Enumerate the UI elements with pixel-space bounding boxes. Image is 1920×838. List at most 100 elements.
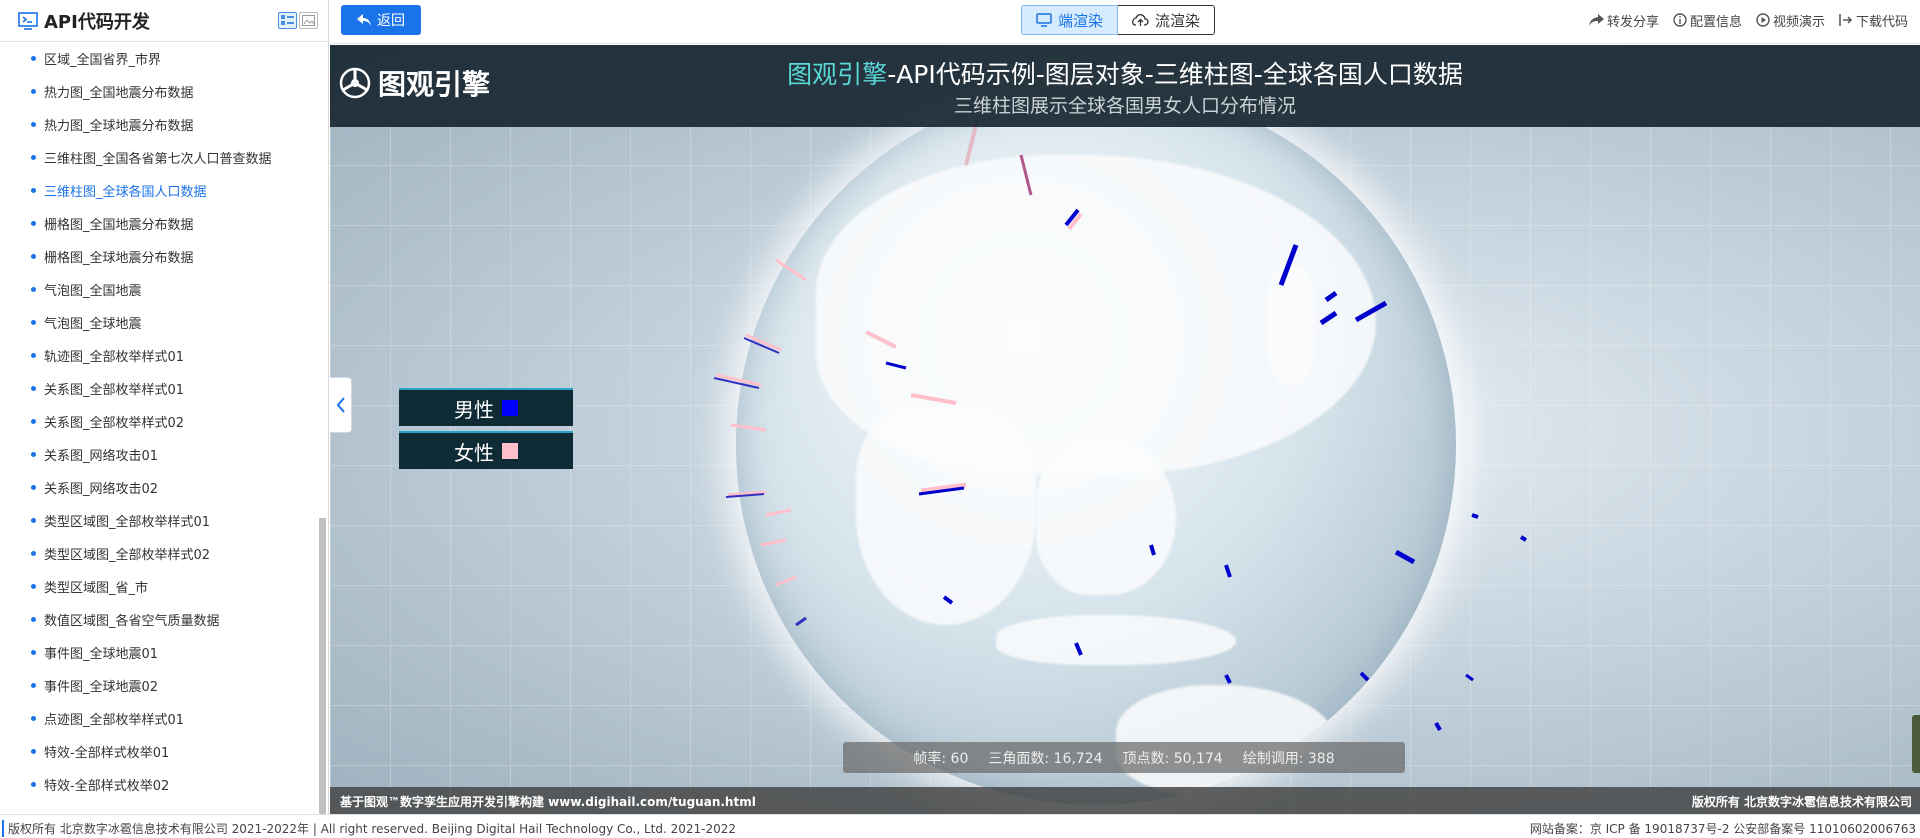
bullet-dot [31, 584, 36, 589]
legend-male: 男性 [399, 388, 573, 426]
back-arrow-icon [357, 14, 371, 26]
bullet-dot [31, 56, 36, 61]
sidebar-item-label: 栅格图_全球地震分布数据 [44, 251, 194, 266]
bullet-dot [31, 617, 36, 622]
download-code-label: 下载代码 [1855, 14, 1908, 30]
legend-male-swatch [502, 400, 518, 416]
sidebar-item[interactable]: 数值区域图_各省空气质量数据 [0, 603, 318, 636]
client-render-button[interactable]: 端渲染 [1021, 5, 1119, 35]
collapse-sidebar-button[interactable] [330, 377, 352, 433]
sidebar-title: API代码开发 [44, 11, 150, 33]
sidebar-item[interactable]: 栅格图_全国地震分布数据 [0, 207, 318, 240]
bullet-dot [31, 749, 36, 754]
bullet-dot [31, 551, 36, 556]
stream-render-button[interactable]: 流渲染 [1118, 5, 1216, 35]
bar-male [1224, 674, 1232, 684]
list-view-button[interactable] [278, 12, 297, 29]
sidebar-item[interactable]: 特效-全部样式枚举02 [0, 768, 318, 801]
share-label: 转发分享 [1606, 14, 1659, 30]
scene-viewport[interactable]: 图观引擎 图观引擎-API代码示例-图层对象-三维柱图-全球各国人口数据 三维柱… [330, 45, 1920, 814]
cloud-upload-icon [1132, 13, 1149, 26]
bar-female [865, 330, 897, 349]
bullet-dot [31, 452, 36, 457]
bar-male [1074, 642, 1083, 656]
sidebar-item-label: 关系图_网络攻击02 [44, 482, 159, 497]
config-info-button[interactable]: 配置信息 [1673, 11, 1742, 30]
sidebar-item[interactable]: 热力图_全国地震分布数据 [0, 75, 318, 108]
legend-male-label: 男性 [454, 397, 494, 422]
legend-female-swatch [502, 443, 518, 459]
sidebar-item[interactable]: 区域_全国省界_市界 [0, 42, 318, 75]
globe[interactable] [713, 85, 1528, 805]
bar-male [1471, 513, 1479, 519]
sidebar-item[interactable]: 关系图_网络攻击01 [0, 438, 318, 471]
video-demo-button[interactable]: 视频演示 [1756, 11, 1825, 30]
engine-credit: 基于图观™数字孪生应用开发引擎构建 www.digihail.com/tugua… [340, 795, 756, 809]
sidebar-item-label: 区域_全国省界_市界 [44, 53, 162, 68]
client-render-label: 端渲染 [1058, 11, 1104, 30]
bar-male [1394, 549, 1416, 565]
sidebar-item[interactable]: 事件图_全球地震02 [0, 669, 318, 702]
copyright-text: 版权所有 北京数字冰雹信息技术有限公司 2021-2022年 | All rig… [2, 820, 736, 837]
sidebar-item[interactable]: 栅格图_全球地震分布数据 [0, 240, 318, 273]
sidebar-item[interactable]: 轨迹图_全部枚举样式01 [0, 339, 318, 372]
sidebar-item[interactable]: 热力图_全球地震分布数据 [0, 108, 318, 141]
bar-male [1519, 535, 1528, 542]
sidebar-item-label: 类型区域图_全部枚举样式02 [44, 548, 211, 563]
sidebar-item[interactable]: 类型区域图_全部枚举样式02 [0, 537, 318, 570]
config-info-label: 配置信息 [1689, 14, 1742, 30]
play-circle-icon [1756, 13, 1770, 27]
sidebar-item-label: 数值区域图_各省空气质量数据 [44, 614, 220, 629]
title-highlight: 图观引擎 [787, 60, 888, 89]
bullet-dot [31, 287, 36, 292]
vertex-stat: 顶点数: 50,174 [1122, 750, 1223, 767]
sidebar-item[interactable]: 气泡图_全球地震 [0, 306, 318, 339]
sidebar-item-label: 关系图_全部枚举样式01 [44, 383, 185, 398]
legend-female-label: 女性 [454, 440, 494, 465]
thumbnail-view-button[interactable] [299, 12, 318, 29]
sidebar-item[interactable]: 类型区域图_全部枚举样式01 [0, 504, 318, 537]
sidebar-header: API代码开发 [0, 0, 328, 42]
sidebar-item[interactable]: 三维柱图_全国各省第七次人口普查数据 [0, 141, 318, 174]
top-toolbar: 返回 端渲染 流渲染 转发分享 配置信息 视频演示 下载代码 [330, 0, 1920, 44]
share-button[interactable]: 转发分享 [1588, 11, 1659, 30]
bullet-dot [31, 221, 36, 226]
sidebar-item[interactable]: 关系图_网络攻击02 [0, 471, 318, 504]
sidebar-item[interactable]: 气泡图_全国地震 [0, 273, 318, 306]
side-handle[interactable] [1912, 715, 1920, 773]
view-toggle [278, 12, 318, 29]
sidebar-item-label: 热力图_全球地震分布数据 [44, 119, 194, 134]
bullet-dot [31, 683, 36, 688]
sidebar-item[interactable]: 事件图_全球地震01 [0, 636, 318, 669]
sidebar-item[interactable]: 关系图_全部枚举样式01 [0, 372, 318, 405]
sidebar-item[interactable]: 三维柱图_全球各国人口数据 [0, 174, 318, 207]
back-button[interactable]: 返回 [341, 5, 421, 35]
share-icon [1588, 13, 1604, 26]
bar-male [1359, 671, 1370, 682]
video-demo-label: 视频演示 [1772, 14, 1825, 30]
bar-male [795, 616, 807, 627]
sidebar-item[interactable]: 关系图_全部枚举样式02 [0, 405, 318, 438]
page-subtitle: 三维柱图展示全球各国男女人口分布情况 [953, 95, 1296, 117]
sidebar-item[interactable]: 特效-全部样式枚举01 [0, 735, 318, 768]
info-icon [1673, 13, 1687, 27]
example-list: 区域_全国省界_市界热力图_全国地震分布数据 热力图_全球地震分布数据三维柱图_全… [0, 42, 318, 814]
bar-male [1224, 564, 1232, 578]
back-label: 返回 [377, 13, 405, 29]
bar-male [1278, 244, 1299, 286]
sidebar-scrollbar[interactable] [319, 518, 326, 814]
site-footer: 版权所有 北京数字冰雹信息技术有限公司 2021-2022年 | All rig… [0, 814, 1920, 838]
sidebar-item[interactable]: 类型区域图_省_市 [0, 570, 318, 603]
bar-female [775, 258, 807, 282]
code-window-icon [18, 11, 38, 30]
icp-record: 网站备案：京 ICP 备 19018737号-2 公安部备案号 11010602… [1529, 822, 1916, 836]
sidebar-item[interactable]: 点迹图_全部枚举样式01 [0, 702, 318, 735]
sidebar-item-label: 热力图_全国地震分布数据 [44, 86, 194, 101]
download-code-button[interactable]: 下载代码 [1839, 11, 1908, 30]
sidebar-item-label: 事件图_全球地震01 [44, 647, 159, 662]
sidebar-item-label: 关系图_全部枚举样式02 [44, 416, 185, 431]
sidebar: API代码开发 区域_全国省界_市界热力图_全国地震分布数据 热力图_全球地震分布… [0, 0, 329, 814]
triangle-stat: 三角面数: 16,724 [988, 750, 1103, 767]
sidebar-item-label: 关系图_网络攻击01 [44, 449, 159, 464]
bullet-dot [31, 122, 36, 127]
